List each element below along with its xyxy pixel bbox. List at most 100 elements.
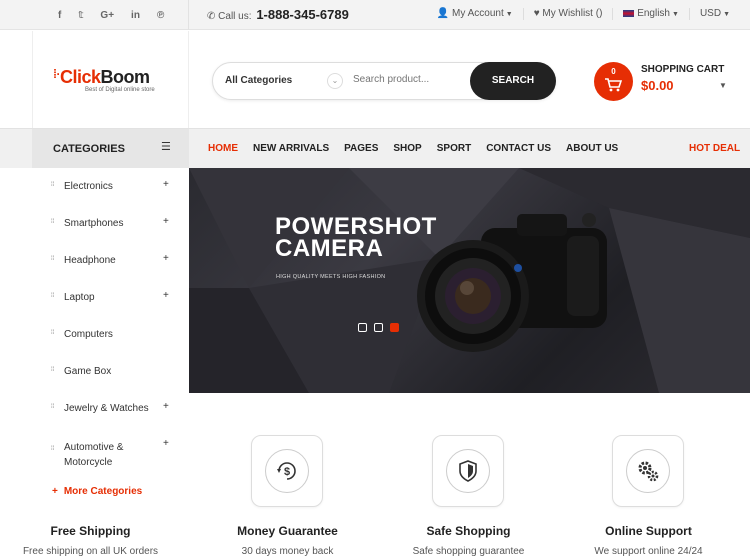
feature-title: Safe Shopping [426,524,511,538]
category-label: Game Box [64,366,112,377]
logo-tagline: Best of Digital online store [85,87,155,93]
logo-area[interactable]: ⁞·ClickBoom Best of Digital online store [32,31,189,128]
hot-deal-link[interactable]: HOT DEAL [689,143,740,154]
chevron-down-icon: ▼ [505,11,513,18]
more-categories-label: More Categories [63,486,143,497]
camera-image [417,213,607,352]
category-item-computers[interactable]: ⁞⁞ Computers [32,316,189,353]
chevron-down-icon: ▼ [672,11,679,18]
nav-item-home[interactable]: HOME [208,143,238,154]
my-account-link[interactable]: 👤 My Account ▼ [437,8,513,20]
top-bar: f 𝕥 G+ in ℗ ✆ Call us: 1-888-345-6789 👤 … [0,0,750,30]
shield-icon [446,449,490,493]
slider-dot[interactable] [358,323,367,332]
feature-subtitle: Safe shopping guarantee [412,546,525,557]
call-us: ✆ Call us: 1-888-345-6789 [207,7,349,22]
feature-subtitle: 30 days money back [241,546,334,557]
slider-dot-active[interactable] [390,323,399,332]
feature-subtitle: Free shipping on all UK orders [22,546,159,557]
cart-total[interactable]: $0.00 [641,78,674,93]
plus-icon[interactable]: + [163,179,169,190]
plus-icon[interactable]: + [163,438,169,449]
banner-title-line2: CAMERA [275,235,384,262]
main-nav: CATEGORIES ☰ HOME NEW ARRIVALS PAGES SHO… [0,128,750,169]
feature-subtitle: We support online 24/24 [594,546,703,557]
logo-mark-icon: ⁞· [53,67,61,81]
google-plus-icon[interactable]: G+ [100,10,114,21]
currency-select[interactable]: USD ▼ [700,8,730,20]
social-links: f 𝕥 G+ in ℗ [32,0,189,30]
slider-dot[interactable] [374,323,383,332]
nav-item-new-arrivals[interactable]: NEW ARRIVALS [253,143,329,154]
nav-item-sport[interactable]: SPORT [437,143,471,154]
category-item-headphone[interactable]: ⁞⁞ Headphone + [32,242,189,279]
nav-item-pages[interactable]: PAGES [344,143,378,154]
category-sidebar: ⁞⁞ Electronics + ⁞⁞ Smartphones + ⁞⁞ Hea… [32,168,189,508]
linkedin-icon[interactable]: in [131,10,140,21]
logo-text-red: Click [60,67,101,87]
categories-title: CATEGORIES [53,143,125,155]
plus-icon: + [52,486,58,497]
categories-header[interactable]: CATEGORIES ☰ [32,129,189,169]
twitter-icon[interactable]: 𝕥 [78,10,83,21]
nav-item-about-us[interactable]: ABOUT US [566,143,618,154]
plus-icon[interactable]: + [163,216,169,227]
language-select[interactable]: English ▼ [623,8,679,20]
plus-icon[interactable]: + [163,253,169,264]
call-label: Call us: [218,11,252,22]
nav-item-contact-us[interactable]: CONTACT US [486,143,551,154]
divider [522,8,524,20]
search-input[interactable] [353,74,463,85]
cart-title[interactable]: SHOPPING CART [641,64,724,75]
pinterest-icon[interactable]: ℗ [157,10,164,21]
money-icon: $ [265,449,309,493]
chevron-down-icon[interactable]: ▼ [719,81,727,90]
category-item-automotive[interactable]: ⁞⁞ Automotive & Motorcycle + [32,427,189,475]
divider [688,8,690,20]
category-item-electronics[interactable]: ⁞⁞ Electronics + [32,168,189,205]
divider [612,8,614,20]
banner-subtitle: HIGH QUALITY MEETS HIGH FASHION [276,274,386,280]
logo[interactable]: ⁞·ClickBoom [53,67,150,88]
category-label: Electronics [64,181,113,192]
plus-icon[interactable]: + [163,401,169,412]
chevron-down-icon: ▼ [723,11,730,18]
category-item-laptop[interactable]: ⁞⁞ Laptop + [32,279,189,316]
more-categories-link[interactable]: + More Categories [52,486,142,497]
hero-banner[interactable]: POWERSHOT CAMERA HIGH QUALITY MEETS HIGH… [189,168,750,393]
nav-items: HOME NEW ARRIVALS PAGES SHOP SPORT CONTA… [208,143,633,154]
svg-text:$: $ [284,466,290,478]
top-links: 👤 My Account ▼ ♥ My Wishlist () English ▼ … [437,8,730,20]
category-label: Automotive & Motorcycle [64,442,124,468]
uk-flag-icon [623,9,635,17]
phone-icon: ✆ [207,11,216,22]
cart-button[interactable]: 0 [594,62,633,101]
category-select[interactable]: All Categories [225,75,292,86]
gears-icon [626,449,670,493]
plus-icon[interactable]: + [163,290,169,301]
heart-icon: ♥ [533,8,540,19]
my-account-label: My Account [452,8,504,19]
wishlist-link[interactable]: ♥ My Wishlist () [534,8,603,20]
grip-icon: ⁞⁞ [51,446,55,452]
menu-icon[interactable]: ☰ [161,140,171,153]
search-bar: All Categories ⌄ SEARCH [212,62,556,100]
feature-icon-box [432,435,504,507]
category-item-jewelry-watches[interactable]: ⁞⁞ Jewelry & Watches + [32,390,189,427]
chevron-down-icon[interactable]: ⌄ [327,73,343,89]
feature-icon-box: $ [251,435,323,507]
language-label: English [637,8,670,19]
category-item-game-box[interactable]: ⁞⁞ Game Box [32,353,189,390]
header: ⁞·ClickBoom Best of Digital online store… [0,31,750,128]
grip-icon: ⁞⁞ [51,182,55,188]
category-label: Computers [64,329,113,340]
grip-icon: ⁞⁞ [51,330,55,336]
search-button[interactable]: SEARCH [470,62,556,100]
nav-item-shop[interactable]: SHOP [393,143,421,154]
category-label: Headphone [64,255,116,266]
category-label: Smartphones [64,218,124,229]
category-item-smartphones[interactable]: ⁞⁞ Smartphones + [32,205,189,242]
facebook-icon[interactable]: f [58,10,61,21]
shopping-cart-icon [605,78,622,92]
phone-number[interactable]: 1-888-345-6789 [256,7,349,22]
